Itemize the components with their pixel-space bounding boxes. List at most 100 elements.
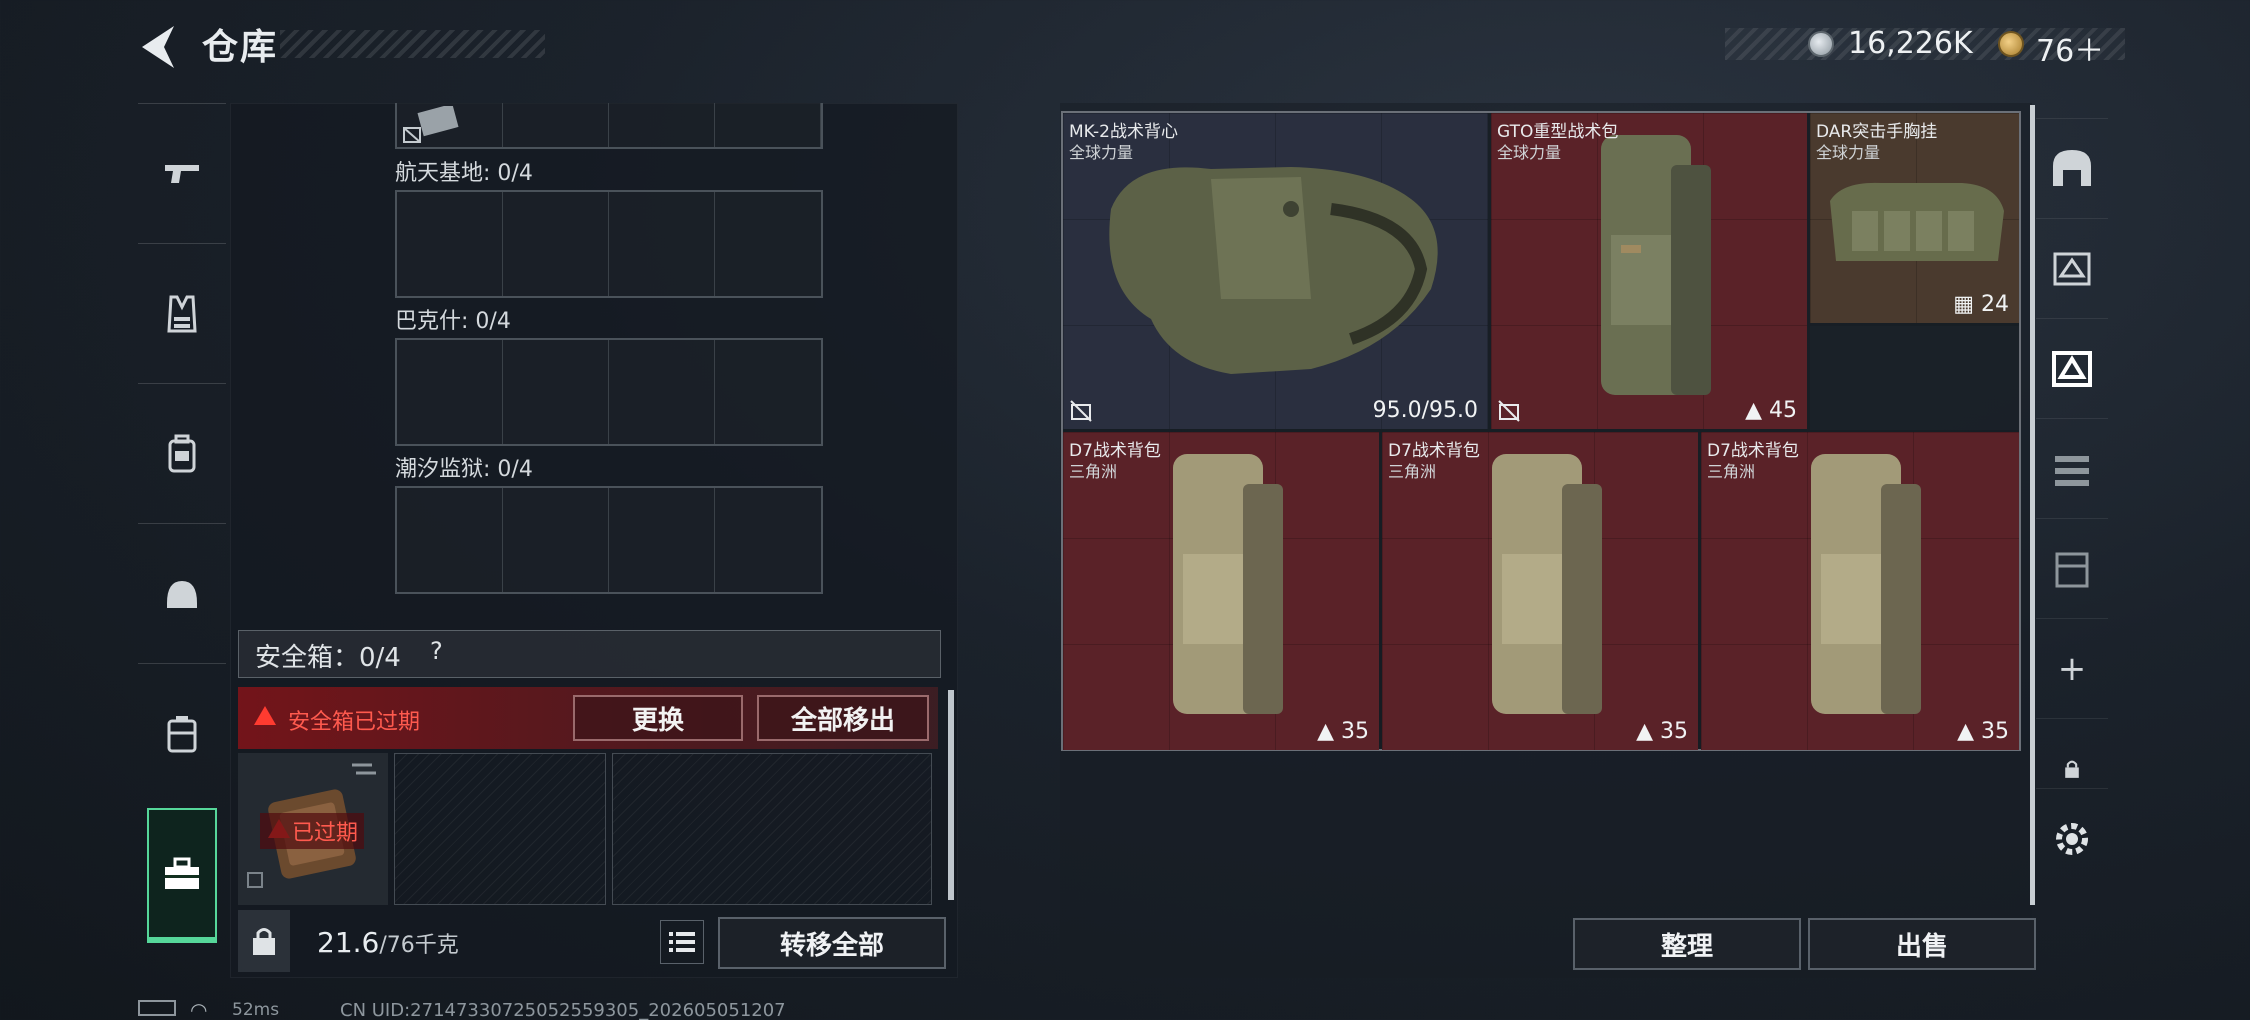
currency-1-value: 16,226K [1848, 26, 1973, 61]
item-subtitle: 全球力量 [1816, 143, 1881, 162]
locker-icon [2055, 552, 2089, 587]
capacity-icon: ▲ [1957, 719, 1981, 744]
title-decoration [280, 30, 545, 58]
item-thumbnail-icon [403, 103, 459, 143]
safebox-slots: 已过期 [238, 753, 938, 905]
lock-icon [2065, 760, 2079, 778]
chest-rig-image [1830, 182, 2004, 261]
rnav-item-storage-4[interactable] [2036, 518, 2108, 618]
back-arrow-icon [142, 26, 174, 68]
slot-grid-bakhsh[interactable] [395, 338, 823, 446]
item-capacity: ▲ 35 [1957, 719, 2009, 744]
item-durability: 95.0/95.0 [1372, 398, 1478, 423]
heavy-backpack-image [1601, 135, 1711, 395]
uid-text: CN UID:2714733072505255930​5_20260505120… [340, 1000, 786, 1020]
coin-icon [1808, 31, 1834, 57]
partial-item[interactable] [400, 103, 500, 146]
sort-button[interactable]: 整理 [1573, 918, 1801, 970]
list-icon [669, 932, 695, 952]
item-subtitle: 三角洲 [1388, 462, 1437, 481]
capacity-icon: ▲ [1636, 719, 1660, 744]
item-subtitle: 全球力量 [1497, 143, 1562, 162]
help-icon[interactable]: ? [430, 637, 443, 665]
nav-item-helmet[interactable] [138, 523, 226, 663]
item-card-mk2-vest[interactable]: MK-2战术背心 全球力量 95.0/95.0 [1063, 113, 1488, 429]
nav-item-toolbox-active[interactable] [147, 808, 217, 943]
map-label-aerospace: 航天基地: 0/4 [395, 161, 533, 186]
rnav-item-home[interactable] [2036, 118, 2108, 218]
capacity-icon: ▲ [1745, 398, 1769, 423]
safebox-case-item[interactable]: 已过期 [238, 753, 388, 905]
safebox-slot[interactable] [394, 753, 606, 905]
left-nav [138, 103, 226, 953]
storage-icon [2053, 252, 2091, 285]
right-nav: + [2036, 103, 2108, 953]
item-card-dar-rig[interactable]: DAR突击手胸挂 全球力量 ▦ 24 [1810, 113, 2019, 323]
gear-icon [2056, 822, 2088, 855]
premium-coin-icon [1998, 31, 2024, 57]
nav-item-backpack[interactable] [138, 383, 226, 523]
safebox-title: 安全箱：0/4 [255, 643, 401, 673]
nav-item-weapons[interactable] [138, 103, 226, 243]
backpack-icon [168, 434, 196, 472]
expired-text: 安全箱已过期 [288, 710, 421, 735]
item-card-gto-bag[interactable]: GTO重型战术包 全球力量 ▲ 45 [1491, 113, 1807, 429]
backpack-image [1173, 454, 1283, 714]
sell-button[interactable]: 出售 [1808, 918, 2036, 970]
safebox-slot[interactable] [612, 753, 932, 905]
no-trade-icon [1498, 400, 1520, 422]
toolbox-icon [165, 857, 199, 889]
move-all-button[interactable]: 全部移出 [757, 695, 929, 741]
case-expired-label: 已过期 [260, 813, 365, 849]
nav-item-vest[interactable] [138, 243, 226, 383]
item-subtitle: 三角洲 [1069, 462, 1118, 481]
wifi-icon: ◠ [190, 998, 208, 1020]
rnav-item-storage-2-active[interactable] [2036, 318, 2108, 418]
bunker-icon [2053, 149, 2091, 186]
armor-vest-image [1109, 167, 1438, 374]
loadout-scrollbar[interactable] [2030, 105, 2035, 905]
transfer-all-button[interactable]: 转移全部 [718, 917, 946, 969]
rnav-item-storage-1[interactable] [2036, 218, 2108, 318]
slot-grid-aerospace[interactable] [395, 190, 823, 298]
capacity-icon: ▲ [1317, 719, 1341, 744]
item-card-d7-bag[interactable]: D7战术背包 三角洲 ▲ 35 [1063, 432, 1379, 750]
vest-icon [167, 295, 197, 332]
backpack-image [1811, 454, 1921, 714]
map-label-tidal-prison: 潮汐监狱: 0/4 [395, 457, 533, 482]
backpack-image [1492, 454, 1602, 714]
stash-scrollbar[interactable] [948, 690, 954, 900]
weight-lock-button[interactable] [238, 910, 290, 972]
helmet-icon [167, 580, 197, 608]
ping-text: 52ms [232, 1000, 280, 1020]
item-capacity: ▲ 35 [1636, 719, 1688, 744]
weight-max: /76千克 [379, 933, 459, 958]
rnav-item-add[interactable]: + [2036, 618, 2108, 718]
plus-icon: + [2057, 648, 2087, 689]
pistol-icon [165, 164, 199, 183]
weight-readout: 21.6/76千克 [317, 926, 459, 959]
replace-button[interactable]: 更换 [573, 695, 743, 741]
page-title: 仓库 [202, 27, 279, 68]
storage-active-icon [2052, 350, 2092, 387]
back-button[interactable] [138, 24, 180, 70]
warning-icon [254, 706, 276, 725]
no-trade-icon [1070, 400, 1092, 422]
item-subtitle: 三角洲 [1707, 462, 1756, 481]
lock-icon [253, 928, 275, 955]
map-label-bakhsh: 巴克什: 0/4 [395, 309, 511, 334]
item-capacity: ▲ 45 [1745, 398, 1797, 423]
settings-button[interactable] [2036, 788, 2108, 888]
vest-capacity-icon: ▦ [1953, 292, 1981, 317]
list-view-button[interactable] [660, 920, 704, 964]
case-icon [167, 715, 197, 752]
nav-item-case[interactable] [138, 663, 226, 803]
item-subtitle: 全球力量 [1069, 143, 1134, 162]
empty-slot[interactable] [1810, 326, 2019, 430]
item-card-d7-bag[interactable]: D7战术背包 三角洲 ▲ 35 [1382, 432, 1698, 750]
rnav-item-storage-3[interactable] [2036, 418, 2108, 518]
slot-grid-tidal-prison[interactable] [395, 486, 823, 594]
battery-icon [138, 1000, 176, 1016]
currency-2-value[interactable]: 76＋ [2036, 26, 2104, 70]
item-card-d7-bag[interactable]: D7战术背包 三角洲 ▲ 35 [1701, 432, 2019, 750]
